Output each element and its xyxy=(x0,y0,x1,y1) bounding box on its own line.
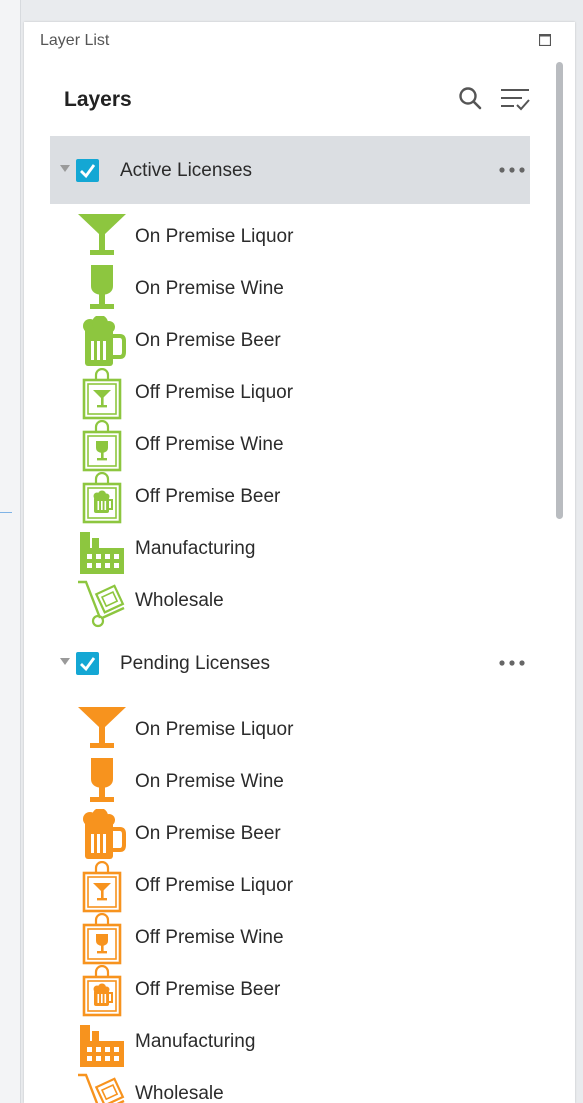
layers-heading: Layers xyxy=(64,88,132,111)
legend-item: Off Premise Wine xyxy=(76,913,376,965)
legend-item: On Premise Wine xyxy=(76,757,376,809)
layer-visibility-checkbox[interactable] xyxy=(76,159,99,182)
legend-item-label: Manufacturing xyxy=(135,1031,256,1052)
beer-bag-icon xyxy=(82,472,122,524)
layer-list-panel: Layer List Layers Active Licenses On Pre… xyxy=(24,22,575,1103)
legend-item-label: Off Premise Liquor xyxy=(135,875,294,896)
legend-item: Wholesale xyxy=(76,576,376,628)
layer-group-pending-licenses[interactable]: Pending Licenses xyxy=(50,629,530,697)
factory-icon xyxy=(80,1025,124,1067)
beer-mug-icon xyxy=(83,316,126,366)
beer-bag-icon xyxy=(82,965,122,1017)
legend-item-label: Off Premise Liquor xyxy=(135,382,294,403)
legend-item-label: On Premise Liquor xyxy=(135,719,294,740)
wine-glass-icon xyxy=(90,265,114,309)
checkmark-icon xyxy=(80,657,96,672)
map-background xyxy=(0,0,21,1103)
search-icon[interactable] xyxy=(458,86,482,110)
legend-item: Off Premise Beer xyxy=(76,965,376,1017)
panel-title: Layer List xyxy=(40,32,110,49)
layer-visibility-checkbox[interactable] xyxy=(76,652,99,675)
legend-item: Off Premise Liquor xyxy=(76,861,376,913)
expand-caret-icon[interactable] xyxy=(60,165,70,173)
legend-item-label: Manufacturing xyxy=(135,538,256,559)
legend-item-label: On Premise Wine xyxy=(135,278,284,299)
scrollbar-thumb[interactable] xyxy=(556,62,563,519)
map-edge-line xyxy=(0,512,12,513)
maximize-icon[interactable] xyxy=(539,34,551,46)
expand-caret-icon[interactable] xyxy=(60,658,70,666)
liquor-bag-icon xyxy=(82,368,122,420)
wine-glass-icon xyxy=(90,758,114,802)
legend-item: Manufacturing xyxy=(76,524,376,576)
legend-item-label: Off Premise Beer xyxy=(135,979,281,1000)
beer-mug-icon xyxy=(83,809,126,859)
hand-truck-icon xyxy=(78,1073,125,1103)
liquor-bag-icon xyxy=(82,861,122,913)
cocktail-glass-icon xyxy=(78,214,126,255)
legend-item-label: Wholesale xyxy=(135,590,224,611)
legend-item: Wholesale xyxy=(76,1069,376,1103)
wine-bag-icon xyxy=(82,913,122,965)
more-options-icon[interactable] xyxy=(496,164,528,176)
legend-item: On Premise Beer xyxy=(76,316,376,368)
layer-group-label: Active Licenses xyxy=(120,160,253,181)
cocktail-glass-icon xyxy=(78,707,126,748)
legend-item-label: Off Premise Wine xyxy=(135,927,284,948)
legend-item: Off Premise Beer xyxy=(76,472,376,524)
legend-item-label: On Premise Beer xyxy=(135,330,281,351)
hand-truck-icon xyxy=(78,580,125,628)
legend-item-label: Wholesale xyxy=(135,1083,224,1103)
legend-item-label: On Premise Beer xyxy=(135,823,281,844)
legend-item-label: Off Premise Beer xyxy=(135,486,281,507)
legend-item: On Premise Liquor xyxy=(76,705,376,757)
legend-item-label: Off Premise Wine xyxy=(135,434,284,455)
layer-group-active-licenses[interactable]: Active Licenses xyxy=(50,136,530,204)
filter-list-icon[interactable] xyxy=(500,86,530,112)
legend-item: Off Premise Liquor xyxy=(76,368,376,420)
legend-item-label: On Premise Liquor xyxy=(135,226,294,247)
factory-icon xyxy=(80,532,124,574)
legend-item: On Premise Beer xyxy=(76,809,376,861)
checkmark-icon xyxy=(80,164,96,179)
layer-group-label: Pending Licenses xyxy=(120,653,270,674)
legend-item: Manufacturing xyxy=(76,1017,376,1069)
legend-item: On Premise Liquor xyxy=(76,212,376,264)
legend-item-label: On Premise Wine xyxy=(135,771,284,792)
legend-item: On Premise Wine xyxy=(76,264,376,316)
more-options-icon[interactable] xyxy=(496,657,528,669)
wine-bag-icon xyxy=(82,420,122,472)
legend-item: Off Premise Wine xyxy=(76,420,376,472)
